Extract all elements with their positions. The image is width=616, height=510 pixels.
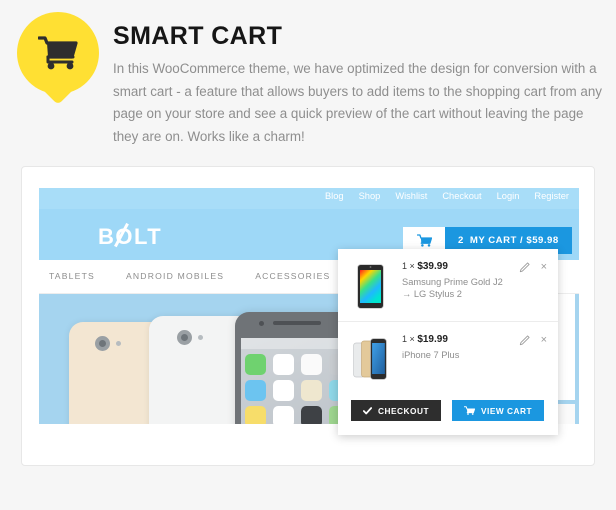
check-icon <box>363 406 372 415</box>
camera-lens-icon <box>95 336 110 351</box>
shopping-cart-icon <box>17 12 99 94</box>
cart-item-actions: × <box>519 262 547 273</box>
camera-lens-icon <box>177 330 192 345</box>
cart-item-price: $19.99 <box>417 334 448 345</box>
checkout-button[interactable]: CHECKOUT <box>351 400 442 421</box>
app-weather-icon <box>245 380 266 401</box>
cart-item-qty: 1 <box>402 334 408 344</box>
phone-rainbow-thumb <box>351 262 389 310</box>
top-nav-item-register[interactable]: Register <box>534 191 569 201</box>
feature-icon-pin <box>17 12 99 112</box>
cart-item-price-line: 1 × $39.99 <box>402 261 506 272</box>
multiply-symbol: × <box>409 334 415 344</box>
cart-item-actions: × <box>519 335 547 346</box>
cart-item: 1 × $39.99 Samsung Prime Gold J2 → LG St… <box>338 249 558 321</box>
view-cart-button-label: VIEW CART <box>481 405 533 416</box>
top-nav-item-wishlist[interactable]: Wishlist <box>395 191 427 201</box>
cart-item: 1 × $19.99 iPhone 7 Plus × <box>338 321 558 393</box>
cart-icon <box>464 406 476 415</box>
phone-app-grid <box>245 354 353 424</box>
page-title: SMART CART <box>113 22 283 50</box>
top-nav-item-shop[interactable]: Shop <box>359 191 381 201</box>
menu-item-tablets[interactable]: TABLETS <box>49 271 95 281</box>
app-stocks-icon <box>301 406 322 424</box>
menu-item-accessories[interactable]: ACCESSORIES <box>255 271 330 281</box>
cart-dropdown-panel: 1 × $39.99 Samsung Prime Gold J2 → LG St… <box>338 249 558 435</box>
earpiece-speaker <box>273 321 321 325</box>
feature-description: In this WooCommerce theme, we have optim… <box>113 61 602 144</box>
pencil-icon[interactable] <box>519 335 530 346</box>
top-nav-item-login[interactable]: Login <box>497 191 520 201</box>
site-logo[interactable]: BOLT <box>98 222 163 250</box>
app-notes-icon <box>245 406 266 424</box>
cart-item-qty: 1 <box>402 261 408 271</box>
top-navigation: Blog Shop Wishlist Checkout Login Regist… <box>325 191 569 201</box>
cart-item-price-line: 1 × $19.99 <box>402 334 506 345</box>
top-nav-item-blog[interactable]: Blog <box>325 191 344 201</box>
app-clock-icon <box>273 380 294 401</box>
close-icon[interactable]: × <box>541 335 547 346</box>
top-nav-item-checkout[interactable]: Checkout <box>442 191 481 201</box>
cart-total-label: MY CART / $59.98 <box>469 235 559 246</box>
close-icon[interactable]: × <box>541 262 547 273</box>
multiply-symbol: × <box>409 261 415 271</box>
view-cart-button[interactable]: VIEW CART <box>452 400 545 421</box>
feature-header: SMART CART In this WooCommerce theme, we… <box>0 0 616 160</box>
camera-flash-icon <box>198 335 203 340</box>
menu-item-android-mobiles[interactable]: ANDROID MOBILES <box>126 271 224 281</box>
checkout-button-label: CHECKOUT <box>378 405 430 416</box>
cart-count: 2 <box>458 235 464 246</box>
iphone-trio-thumb <box>351 335 389 383</box>
cart-dropdown-actions: CHECKOUT VIEW CART <box>351 400 545 421</box>
app-maps-icon <box>301 380 322 401</box>
cart-item-name: iPhone 7 Plus <box>402 350 460 360</box>
app-reminders-icon <box>273 406 294 424</box>
cart-item-name: Samsung Prime Gold J2 → LG Stylus 2 <box>402 277 503 299</box>
app-messages-icon <box>245 354 266 375</box>
site-logo-text: BOLT <box>98 224 163 249</box>
camera-flash-icon <box>116 341 121 346</box>
front-camera-icon <box>259 321 264 326</box>
page-root: SMART CART In this WooCommerce theme, we… <box>0 0 616 510</box>
main-navigation: TABLETS ANDROID MOBILES ACCESSORIES PRO <box>49 271 384 281</box>
pencil-icon[interactable] <box>519 262 530 273</box>
storefront-topbar: Blog Shop Wishlist Checkout Login Regist… <box>39 188 579 209</box>
app-photos-icon <box>301 354 322 375</box>
app-calendar-icon <box>273 354 294 375</box>
cart-item-price: $39.99 <box>417 261 448 272</box>
